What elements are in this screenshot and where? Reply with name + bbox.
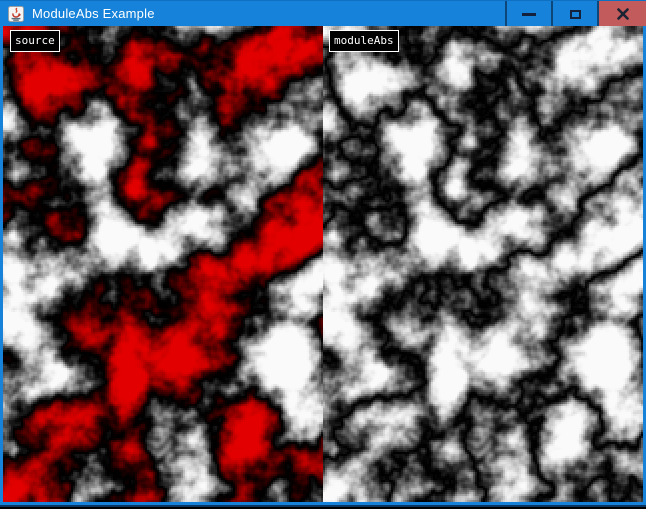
source-label: source — [10, 30, 60, 52]
source-noise-image — [3, 26, 323, 502]
titlebar[interactable]: ModuleAbs Example — [0, 0, 646, 26]
maximize-icon — [570, 10, 581, 19]
application-window: ModuleAbs Example source moduleAbs — [0, 0, 646, 507]
close-icon — [617, 8, 629, 20]
close-button[interactable] — [597, 1, 646, 27]
window-title: ModuleAbs Example — [32, 1, 155, 27]
moduleabs-noise-image — [323, 26, 643, 502]
minimize-button[interactable] — [505, 1, 551, 27]
moduleabs-label: moduleAbs — [329, 30, 399, 52]
window-controls — [505, 1, 646, 27]
window-border-bottom — [0, 502, 646, 507]
minimize-icon — [522, 13, 536, 16]
maximize-button[interactable] — [551, 1, 597, 27]
java-coffee-cup-icon[interactable] — [8, 6, 24, 22]
